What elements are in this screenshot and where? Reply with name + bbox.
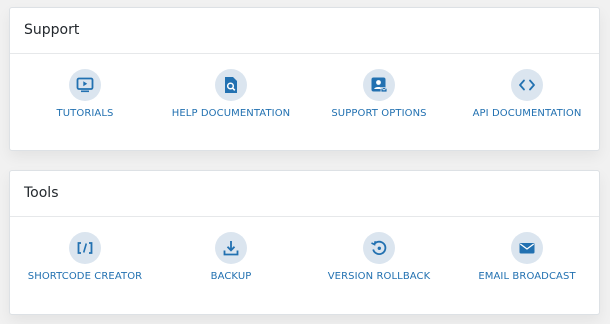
help-documentation-label: HELP DOCUMENTATION [171,108,291,119]
tutorials-link[interactable]: TUTORIALS [10,54,160,151]
support-options-label: SUPPORT OPTIONS [331,108,427,119]
tools-card: Tools SHORTCODE CREATOR BACKUP VERSION R… [9,170,600,315]
tutorials-label: TUTORIALS [56,108,114,119]
envelope-icon [511,232,543,264]
api-documentation-link[interactable]: API DOCUMENTATION [452,54,602,151]
tools-card-title: Tools [10,171,599,217]
rollback-icon [363,232,395,264]
code-icon [511,69,543,101]
video-play-icon [69,69,101,101]
backup-link[interactable]: BACKUP [156,217,306,314]
help-documentation-link[interactable]: HELP DOCUMENTATION [156,54,306,151]
version-rollback-link[interactable]: VERSION ROLLBACK [304,217,454,314]
support-card: Support TUTORIALS HELP DOCUMENTATION SUP… [9,7,600,151]
support-card-title: Support [10,8,599,54]
shortcode-creator-label: SHORTCODE CREATOR [27,271,143,282]
tools-tiles: SHORTCODE CREATOR BACKUP VERSION ROLLBAC… [10,217,599,314]
email-broadcast-label: EMAIL BROADCAST [478,271,576,282]
support-tiles: TUTORIALS HELP DOCUMENTATION SUPPORT OPT… [10,54,599,151]
document-search-icon [215,69,247,101]
support-contact-icon [363,69,395,101]
version-rollback-label: VERSION ROLLBACK [327,271,431,282]
shortcode-icon [69,232,101,264]
shortcode-creator-link[interactable]: SHORTCODE CREATOR [10,217,160,314]
backup-label: BACKUP [210,271,252,282]
download-icon [215,232,247,264]
email-broadcast-link[interactable]: EMAIL BROADCAST [452,217,602,314]
api-documentation-label: API DOCUMENTATION [472,108,582,119]
support-options-link[interactable]: SUPPORT OPTIONS [304,54,454,151]
